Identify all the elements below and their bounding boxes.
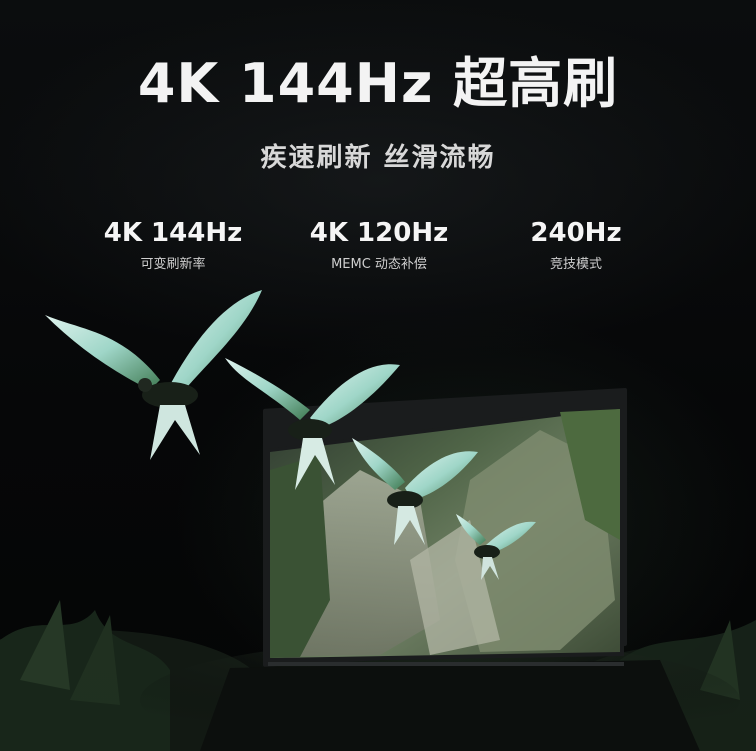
subheadline: 疾速刷新 丝滑流畅: [260, 143, 496, 173]
headline: 4K 144Hz 超高刷: [137, 52, 619, 115]
feature-variable-refresh: 4K 144Hz 可变刷新率: [63, 216, 283, 276]
feature-caption: MEMC 动态补偿: [331, 257, 427, 272]
feature-value: 240Hz: [530, 218, 622, 248]
feature-value: 4K 120Hz: [309, 218, 449, 248]
bird-icon: [45, 290, 262, 460]
feature-value: 4K 144Hz: [103, 218, 243, 248]
feature-caption: 可变刷新率: [140, 257, 206, 272]
promo-banner: 4K 144Hz 超高刷 疾速刷新 丝滑流畅 4K 144Hz 可变刷新率 4K…: [0, 0, 756, 751]
feature-game-mode: 240Hz 竞技模式: [466, 216, 686, 276]
feature-caption: 竞技模式: [549, 257, 602, 272]
feature-memc: 4K 120Hz MEMC 动态补偿: [269, 216, 489, 276]
